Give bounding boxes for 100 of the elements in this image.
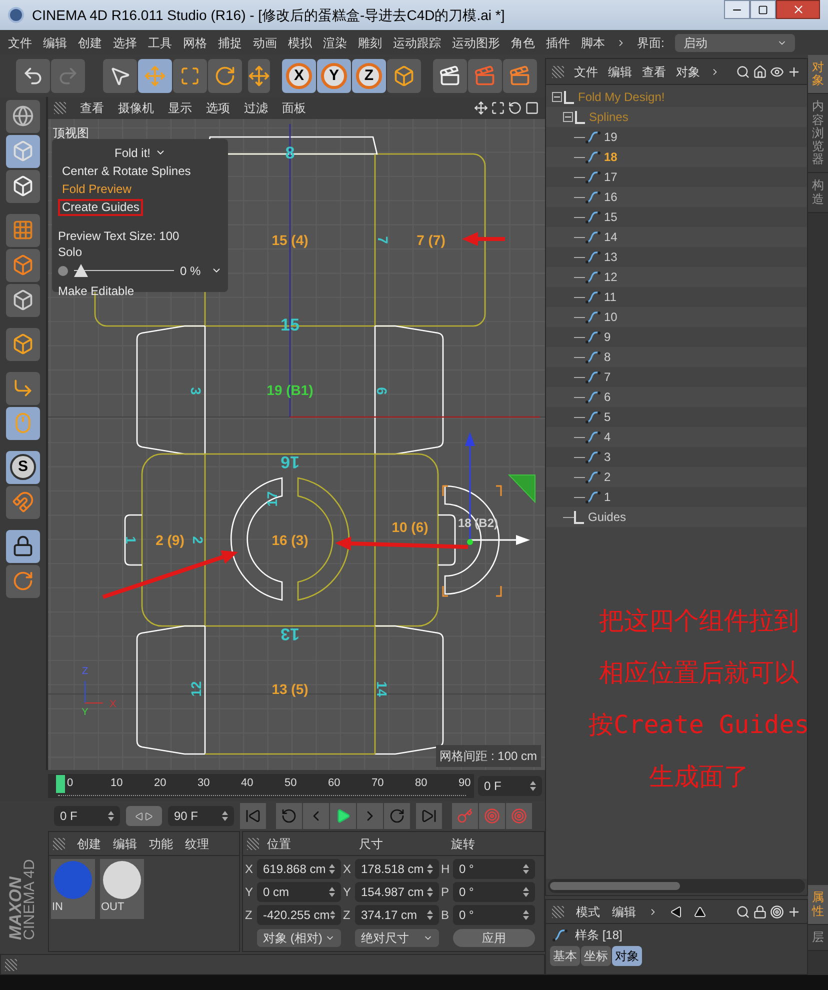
attribute-menu-item[interactable]: 编辑 — [612, 902, 636, 920]
object-menu-item[interactable]: 编辑 — [608, 62, 632, 80]
material-swatch[interactable]: IN — [51, 859, 95, 920]
size-field[interactable]: 374.17 cm — [355, 905, 439, 926]
rotate-tool-button[interactable] — [208, 58, 242, 93]
object-mode-button[interactable] — [6, 328, 40, 361]
object-name[interactable]: 9 — [604, 328, 611, 346]
object-menu-item[interactable]: 查看 — [642, 62, 666, 80]
fold-menu-item[interactable]: Fold Preview — [58, 180, 136, 198]
render-button[interactable] — [468, 58, 502, 93]
undo-button[interactable] — [16, 58, 50, 93]
pan-view-icon[interactable] — [474, 100, 488, 115]
side-tab[interactable]: 构造 — [808, 173, 828, 213]
globe-tool-button[interactable] — [6, 100, 40, 133]
slider-thumb[interactable] — [74, 264, 88, 277]
material-menu-item[interactable]: 编辑 — [113, 834, 137, 853]
rotation-field[interactable]: 0 ° — [453, 905, 535, 926]
back-icon[interactable] — [670, 906, 682, 918]
viewport-menu-item[interactable]: 面板 — [282, 98, 306, 117]
fold-it-dropdown[interactable]: Fold it! — [114, 144, 166, 162]
mouse-tool-button[interactable] — [6, 406, 40, 440]
home-icon[interactable] — [753, 64, 767, 78]
previous-key-button[interactable] — [276, 803, 302, 830]
move-tool-button[interactable] — [138, 58, 172, 93]
object-name[interactable]: Guides — [588, 508, 626, 526]
menu-item[interactable]: 网格 — [183, 34, 207, 52]
viewport-menu-item[interactable]: 摄像机 — [118, 98, 154, 117]
menu-item[interactable]: 插件 — [546, 34, 570, 52]
coordinate-system-button[interactable] — [387, 58, 421, 93]
object-name[interactable]: 8 — [604, 348, 611, 366]
rotate-view-icon[interactable] — [508, 100, 522, 115]
viewport-menu-item[interactable]: 选项 — [206, 98, 230, 117]
lock-icon[interactable] — [753, 904, 767, 918]
size-mode-dropdown[interactable]: 绝对尺寸 — [355, 929, 439, 948]
render-settings-button[interactable] — [503, 58, 537, 93]
viewport-menu-item[interactable]: 查看 — [80, 98, 104, 117]
object-name[interactable]: 6 — [604, 388, 611, 406]
next-key-button[interactable] — [384, 803, 410, 830]
layout-dropdown[interactable]: 启动 — [675, 34, 796, 52]
rotation-field[interactable]: 0 ° — [453, 859, 535, 880]
object-name[interactable]: 5 — [604, 408, 611, 426]
zoom-view-icon[interactable] — [491, 100, 505, 115]
menu-item[interactable]: 运动图形 — [452, 34, 500, 52]
make-editable-item[interactable]: Make Editable — [58, 282, 134, 300]
end-frame-field[interactable]: 90 F — [168, 806, 234, 826]
timeline-ruler[interactable]: 0 10 20 30 40 50 60 70 80 90 — [48, 774, 474, 798]
collapse-toggle-icon[interactable] — [552, 92, 562, 102]
magnet-tool-button[interactable] — [6, 486, 40, 519]
menu-item[interactable]: 模拟 — [288, 34, 312, 52]
render-view-button[interactable] — [433, 58, 467, 93]
side-tab[interactable]: 内容浏览器 — [808, 94, 828, 174]
material-swatch[interactable]: OUT — [100, 859, 144, 920]
current-frame-field[interactable]: 0 F — [478, 776, 542, 796]
object-name[interactable]: 4 — [604, 428, 611, 446]
menu-item[interactable]: 选择 — [113, 34, 137, 52]
new-panel-icon[interactable] — [787, 904, 801, 918]
axis-lock-button[interactable]: Y — [317, 58, 351, 93]
menu-item[interactable]: 捕捉 — [218, 34, 242, 52]
menu-item[interactable]: 角色 — [511, 34, 535, 52]
search-icon[interactable] — [736, 64, 750, 78]
coordinate-mode-dropdown[interactable]: 对象 (相对) — [257, 929, 341, 948]
position-field[interactable]: -420.255 cm — [257, 905, 341, 926]
last-frame-button[interactable] — [416, 803, 442, 830]
object-name[interactable]: 2 — [604, 468, 611, 486]
object-name[interactable]: 12 — [604, 268, 618, 286]
menu-item[interactable]: 脚本 — [581, 34, 605, 52]
edges-mode-button[interactable] — [6, 284, 40, 317]
scale-tool-button[interactable] — [173, 58, 207, 93]
viewport-menu-item[interactable]: 过滤 — [244, 98, 268, 117]
fold-menu-item[interactable]: Center & Rotate Splines — [58, 162, 195, 180]
grid-rotate-button[interactable] — [6, 564, 40, 598]
attribute-menu-item[interactable]: 模式 — [576, 902, 600, 920]
viewport-menu-item[interactable]: 显示 — [168, 98, 192, 117]
object-menu-item[interactable]: 文件 — [574, 62, 598, 80]
snap-button[interactable]: S — [6, 450, 40, 484]
apply-button[interactable]: 应用 — [453, 929, 535, 948]
start-frame-field[interactable]: 0 F — [54, 806, 120, 826]
object-name[interactable]: 11 — [604, 288, 616, 306]
menu-item[interactable]: 文件 — [8, 34, 32, 52]
rotation-field[interactable]: 0 ° — [453, 882, 535, 902]
size-field[interactable]: 154.987 cm — [355, 882, 439, 902]
menu-item[interactable]: 工具 — [148, 34, 172, 52]
attribute-tab[interactable]: 对象 — [612, 946, 642, 966]
solo-option[interactable]: Solo — [58, 244, 82, 260]
object-name[interactable]: 14 — [604, 228, 618, 246]
object-menu-item[interactable]: 对象 — [676, 62, 700, 80]
axis-tool-button[interactable] — [6, 372, 40, 405]
preview-slider[interactable] — [74, 264, 174, 278]
menu-item[interactable]: 编辑 — [43, 34, 67, 52]
up-icon[interactable] — [694, 906, 706, 918]
object-name[interactable]: 19 — [604, 128, 618, 146]
material-menu-item[interactable]: 纹理 — [185, 834, 209, 853]
object-name[interactable]: 15 — [604, 208, 618, 226]
points-mode-button[interactable] — [6, 248, 40, 282]
search-icon[interactable] — [736, 904, 750, 918]
menu-item[interactable]: 动画 — [253, 34, 277, 52]
menu-item[interactable]: 运动跟踪 — [393, 34, 441, 52]
object-name[interactable]: 10 — [604, 308, 618, 326]
menu-item[interactable]: 创建 — [78, 34, 102, 52]
eye-icon[interactable] — [770, 64, 784, 78]
